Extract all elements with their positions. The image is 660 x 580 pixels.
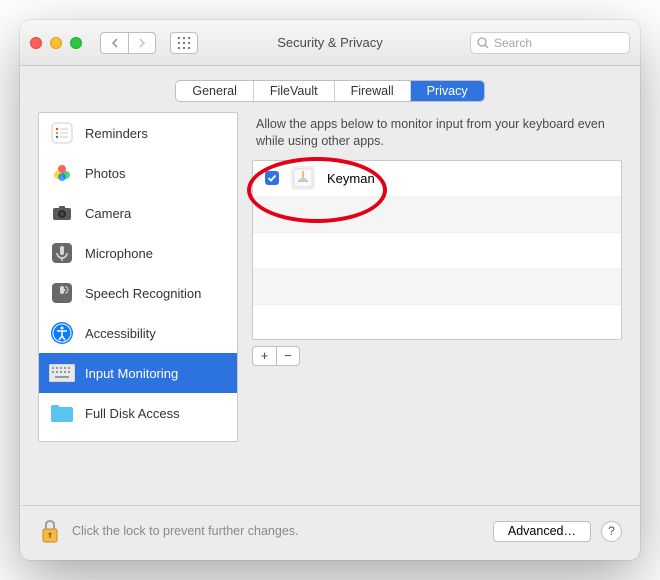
body: General FileVault Firewall Privacy Remin… — [20, 66, 640, 560]
help-button[interactable]: ? — [601, 521, 622, 542]
search-icon — [477, 37, 489, 49]
lock-icon[interactable] — [38, 516, 62, 546]
app-row-empty — [253, 197, 621, 233]
microphone-icon — [49, 240, 75, 266]
forward-button[interactable] — [128, 32, 156, 54]
sidebar[interactable]: Reminders Photos Camera — [38, 112, 238, 442]
add-button[interactable]: + — [252, 346, 276, 366]
lock-text: Click the lock to prevent further change… — [72, 524, 483, 538]
sidebar-item-full-disk[interactable]: Full Disk Access — [39, 393, 237, 433]
tabs-row: General FileVault Firewall Privacy — [20, 66, 640, 112]
add-remove-controls: + − — [252, 346, 622, 366]
sidebar-item-label: Microphone — [85, 246, 153, 261]
sidebar-item-label: Camera — [85, 206, 131, 221]
sidebar-item-input-monitoring[interactable]: Input Monitoring — [39, 353, 237, 393]
folder-icon — [49, 440, 75, 442]
tab-privacy[interactable]: Privacy — [411, 81, 484, 101]
preferences-window: Security & Privacy Search General FileVa… — [20, 20, 640, 560]
chevron-right-icon — [138, 38, 146, 48]
search-input[interactable]: Search — [470, 32, 630, 54]
grid-icon — [178, 37, 190, 49]
show-all-button[interactable] — [170, 32, 198, 54]
search-placeholder: Search — [494, 36, 532, 50]
accessibility-icon — [49, 320, 75, 346]
tabs: General FileVault Firewall Privacy — [175, 80, 484, 102]
main-pane: Allow the apps below to monitor input fr… — [252, 112, 622, 495]
sidebar-item-label: Speech Recognition — [85, 286, 201, 301]
tab-general[interactable]: General — [176, 81, 253, 101]
sidebar-item-files-folders[interactable]: Files and Folders — [39, 433, 237, 442]
advanced-button[interactable]: Advanced… — [493, 521, 591, 542]
back-button[interactable] — [100, 32, 128, 54]
sidebar-item-label: Photos — [85, 166, 125, 181]
app-row-empty — [253, 305, 621, 341]
sidebar-item-label: Accessibility — [85, 326, 156, 341]
sidebar-item-photos[interactable]: Photos — [39, 153, 237, 193]
footer: Click the lock to prevent further change… — [20, 505, 640, 560]
camera-icon — [49, 200, 75, 226]
check-icon — [267, 173, 277, 183]
keyboard-icon — [49, 360, 75, 386]
titlebar: Security & Privacy Search — [20, 20, 640, 66]
app-row[interactable]: Keyman — [253, 161, 621, 197]
photos-icon — [49, 160, 75, 186]
speech-icon — [49, 280, 75, 306]
traffic-lights — [30, 37, 82, 49]
folder-icon — [49, 400, 75, 426]
sidebar-item-label: Reminders — [85, 126, 148, 141]
sidebar-item-accessibility[interactable]: Accessibility — [39, 313, 237, 353]
tab-filevault[interactable]: FileVault — [254, 81, 335, 101]
app-row-empty — [253, 233, 621, 269]
app-list: Keyman — [252, 160, 622, 340]
sidebar-item-label: Input Monitoring — [85, 366, 178, 381]
sidebar-item-microphone[interactable]: Microphone — [39, 233, 237, 273]
close-button[interactable] — [30, 37, 42, 49]
sidebar-item-camera[interactable]: Camera — [39, 193, 237, 233]
chevron-left-icon — [111, 38, 119, 48]
app-icon — [291, 166, 315, 190]
reminders-icon — [49, 120, 75, 146]
tab-firewall[interactable]: Firewall — [335, 81, 411, 101]
sidebar-item-label: Full Disk Access — [85, 406, 180, 421]
description: Allow the apps below to monitor input fr… — [252, 112, 622, 160]
minimize-button[interactable] — [50, 37, 62, 49]
sidebar-item-speech[interactable]: Speech Recognition — [39, 273, 237, 313]
app-donor-empty — [253, 269, 621, 305]
app-checkbox[interactable] — [265, 171, 279, 185]
remove-button[interactable]: − — [276, 346, 300, 366]
app-name: Keyman — [327, 171, 375, 186]
zoom-button[interactable] — [70, 37, 82, 49]
sidebar-item-reminders[interactable]: Reminders — [39, 113, 237, 153]
content: Reminders Photos Camera — [20, 112, 640, 505]
nav-buttons — [100, 32, 156, 54]
